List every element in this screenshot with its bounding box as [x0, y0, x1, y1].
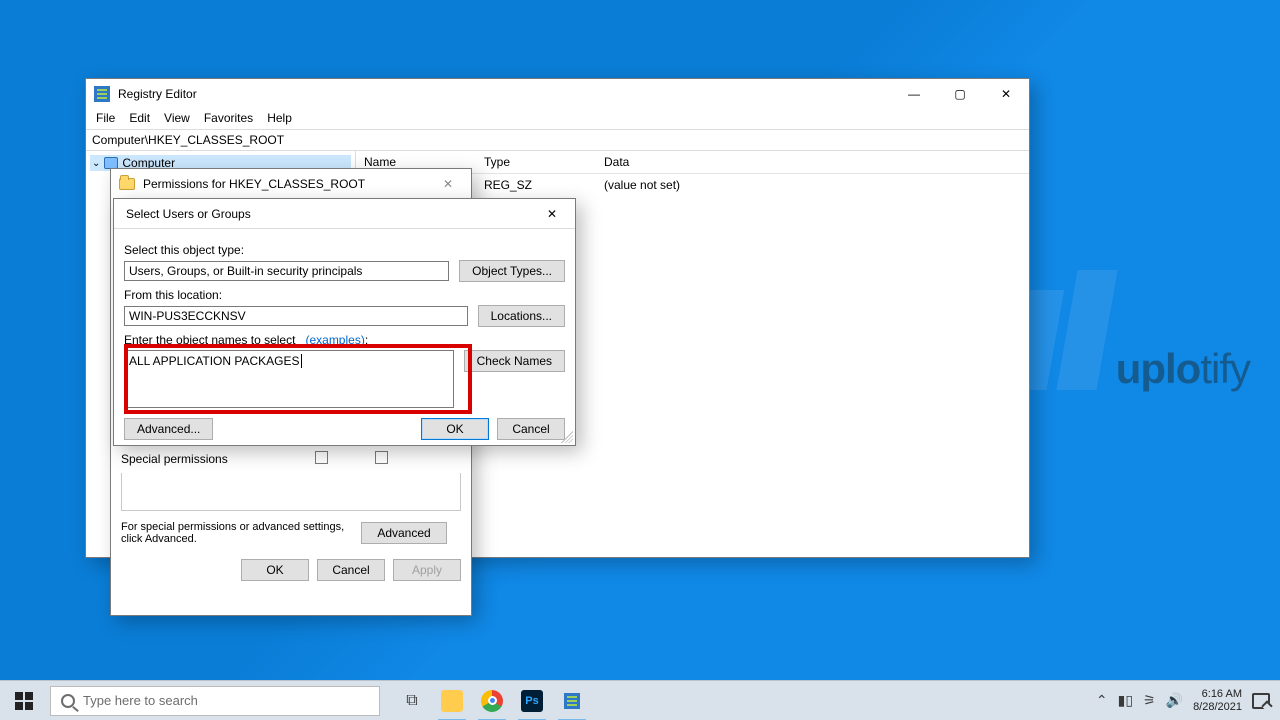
search-icon	[61, 694, 75, 708]
permissions-title: Permissions for HKEY_CLASSES_ROOT	[143, 177, 365, 191]
search-placeholder: Type here to search	[83, 693, 198, 708]
action-center-icon[interactable]	[1252, 693, 1270, 709]
apply-button[interactable]: Apply	[393, 559, 461, 581]
task-view-button[interactable]: ⧉	[392, 681, 432, 720]
close-button[interactable]: ✕	[529, 199, 575, 229]
regedit-icon	[564, 693, 580, 709]
photoshop-icon: Ps	[521, 690, 543, 712]
menu-edit[interactable]: Edit	[129, 111, 150, 125]
battery-icon[interactable]: ▮▯	[1118, 692, 1133, 709]
examples-link[interactable]: (examples)	[305, 333, 364, 347]
perm-groupbox-bottom	[121, 473, 461, 511]
tray-time: 6:16 AM	[1202, 688, 1242, 700]
locations-button[interactable]: Locations...	[478, 305, 565, 327]
close-button[interactable]: ✕	[983, 79, 1029, 109]
menu-help[interactable]: Help	[267, 111, 292, 125]
regedit-menubar: File Edit View Favorites Help	[86, 109, 1029, 130]
watermark-text-a: uplo	[1116, 345, 1201, 392]
ok-button[interactable]: OK	[241, 559, 309, 581]
wifi-icon[interactable]: ⚞	[1143, 692, 1156, 709]
volume-icon[interactable]: 🔊	[1166, 692, 1183, 709]
chrome-icon	[481, 690, 503, 712]
resize-grip[interactable]	[561, 431, 573, 443]
perm-advanced-text: For special permissions or advanced sett…	[121, 521, 351, 545]
object-type-label: Select this object type:	[124, 243, 565, 257]
menu-favorites[interactable]: Favorites	[204, 111, 253, 125]
select-users-dialog: Select Users or Groups ✕ Select this obj…	[113, 198, 576, 446]
object-type-field: Users, Groups, or Built-in security prin…	[124, 261, 449, 281]
watermark: uplotify	[1116, 345, 1250, 393]
checkbox-deny-special[interactable]	[375, 451, 388, 464]
perm-label-special: Special permissions	[121, 452, 291, 466]
taskbar: Type here to search ⧉ Ps ⌃ ▮▯ ⚞ 🔊 6:16 A…	[0, 680, 1280, 720]
taskbar-search[interactable]: Type here to search	[50, 686, 380, 716]
close-button[interactable]: ✕	[425, 169, 471, 199]
folder-icon	[119, 178, 135, 190]
regedit-title: Registry Editor	[118, 87, 197, 101]
enter-names-text: Enter the object names to select	[124, 333, 295, 347]
regedit-icon	[94, 86, 110, 102]
select-users-titlebar[interactable]: Select Users or Groups ✕	[114, 199, 575, 229]
select-users-body: Select this object type: Users, Groups, …	[114, 229, 575, 450]
ok-button[interactable]: OK	[421, 418, 489, 440]
advanced-button[interactable]: Advanced	[361, 522, 447, 544]
object-names-value: ALL APPLICATION PACKAGES	[129, 354, 300, 368]
tray-chevron-up-icon[interactable]: ⌃	[1096, 692, 1108, 709]
cell-type: REG_SZ	[476, 174, 596, 196]
taskbar-app-regedit[interactable]	[552, 681, 592, 720]
tray-clock[interactable]: 6:16 AM 8/28/2021	[1193, 688, 1242, 712]
checkbox-allow-special[interactable]	[315, 451, 328, 464]
menu-file[interactable]: File	[96, 111, 115, 125]
select-users-buttons: Advanced... OK Cancel	[124, 418, 565, 440]
object-names-input[interactable]: ALL APPLICATION PACKAGES​	[124, 350, 454, 408]
menu-view[interactable]: View	[164, 111, 190, 125]
object-types-button[interactable]: Object Types...	[459, 260, 565, 282]
location-label: From this location:	[124, 288, 565, 302]
perm-buttons: OK Cancel Apply	[121, 559, 461, 581]
col-data[interactable]: Data	[596, 151, 1029, 173]
taskbar-app-explorer[interactable]	[432, 681, 472, 720]
regedit-addressbar[interactable]: Computer\HKEY_CLASSES_ROOT	[86, 130, 1029, 151]
desktop: uplotify Registry Editor — ▢ ✕ File Edit…	[0, 0, 1280, 720]
minimize-button[interactable]: —	[891, 79, 937, 109]
cell-data: (value not set)	[596, 174, 1029, 196]
cancel-button[interactable]: Cancel	[497, 418, 565, 440]
windows-logo-icon	[15, 692, 33, 710]
col-type[interactable]: Type	[476, 151, 596, 173]
perm-row-special: Special permissions	[121, 451, 461, 467]
taskbar-app-photoshop[interactable]: Ps	[512, 681, 552, 720]
check-names-button[interactable]: Check Names	[464, 350, 565, 372]
system-tray: ⌃ ▮▯ ⚞ 🔊 6:16 AM 8/28/2021	[1096, 688, 1280, 712]
regedit-titlebar[interactable]: Registry Editor — ▢ ✕	[86, 79, 1029, 109]
enter-names-label: Enter the object names to select (exampl…	[124, 333, 565, 347]
taskbar-app-chrome[interactable]	[472, 681, 512, 720]
permissions-titlebar[interactable]: Permissions for HKEY_CLASSES_ROOT ✕	[111, 169, 471, 199]
maximize-button[interactable]: ▢	[937, 79, 983, 109]
chevron-down-icon[interactable]: ⌄	[92, 158, 100, 169]
tray-date: 8/28/2021	[1193, 701, 1242, 713]
cancel-button[interactable]: Cancel	[317, 559, 385, 581]
select-users-title: Select Users or Groups	[126, 207, 251, 221]
watermark-text-b: tify	[1200, 345, 1250, 392]
start-button[interactable]	[0, 681, 48, 720]
location-field: WIN-PUS3ECCKNSV	[124, 306, 468, 326]
perm-advanced-row: For special permissions or advanced sett…	[121, 521, 461, 545]
advanced-button[interactable]: Advanced...	[124, 418, 213, 440]
file-explorer-icon	[441, 690, 463, 712]
